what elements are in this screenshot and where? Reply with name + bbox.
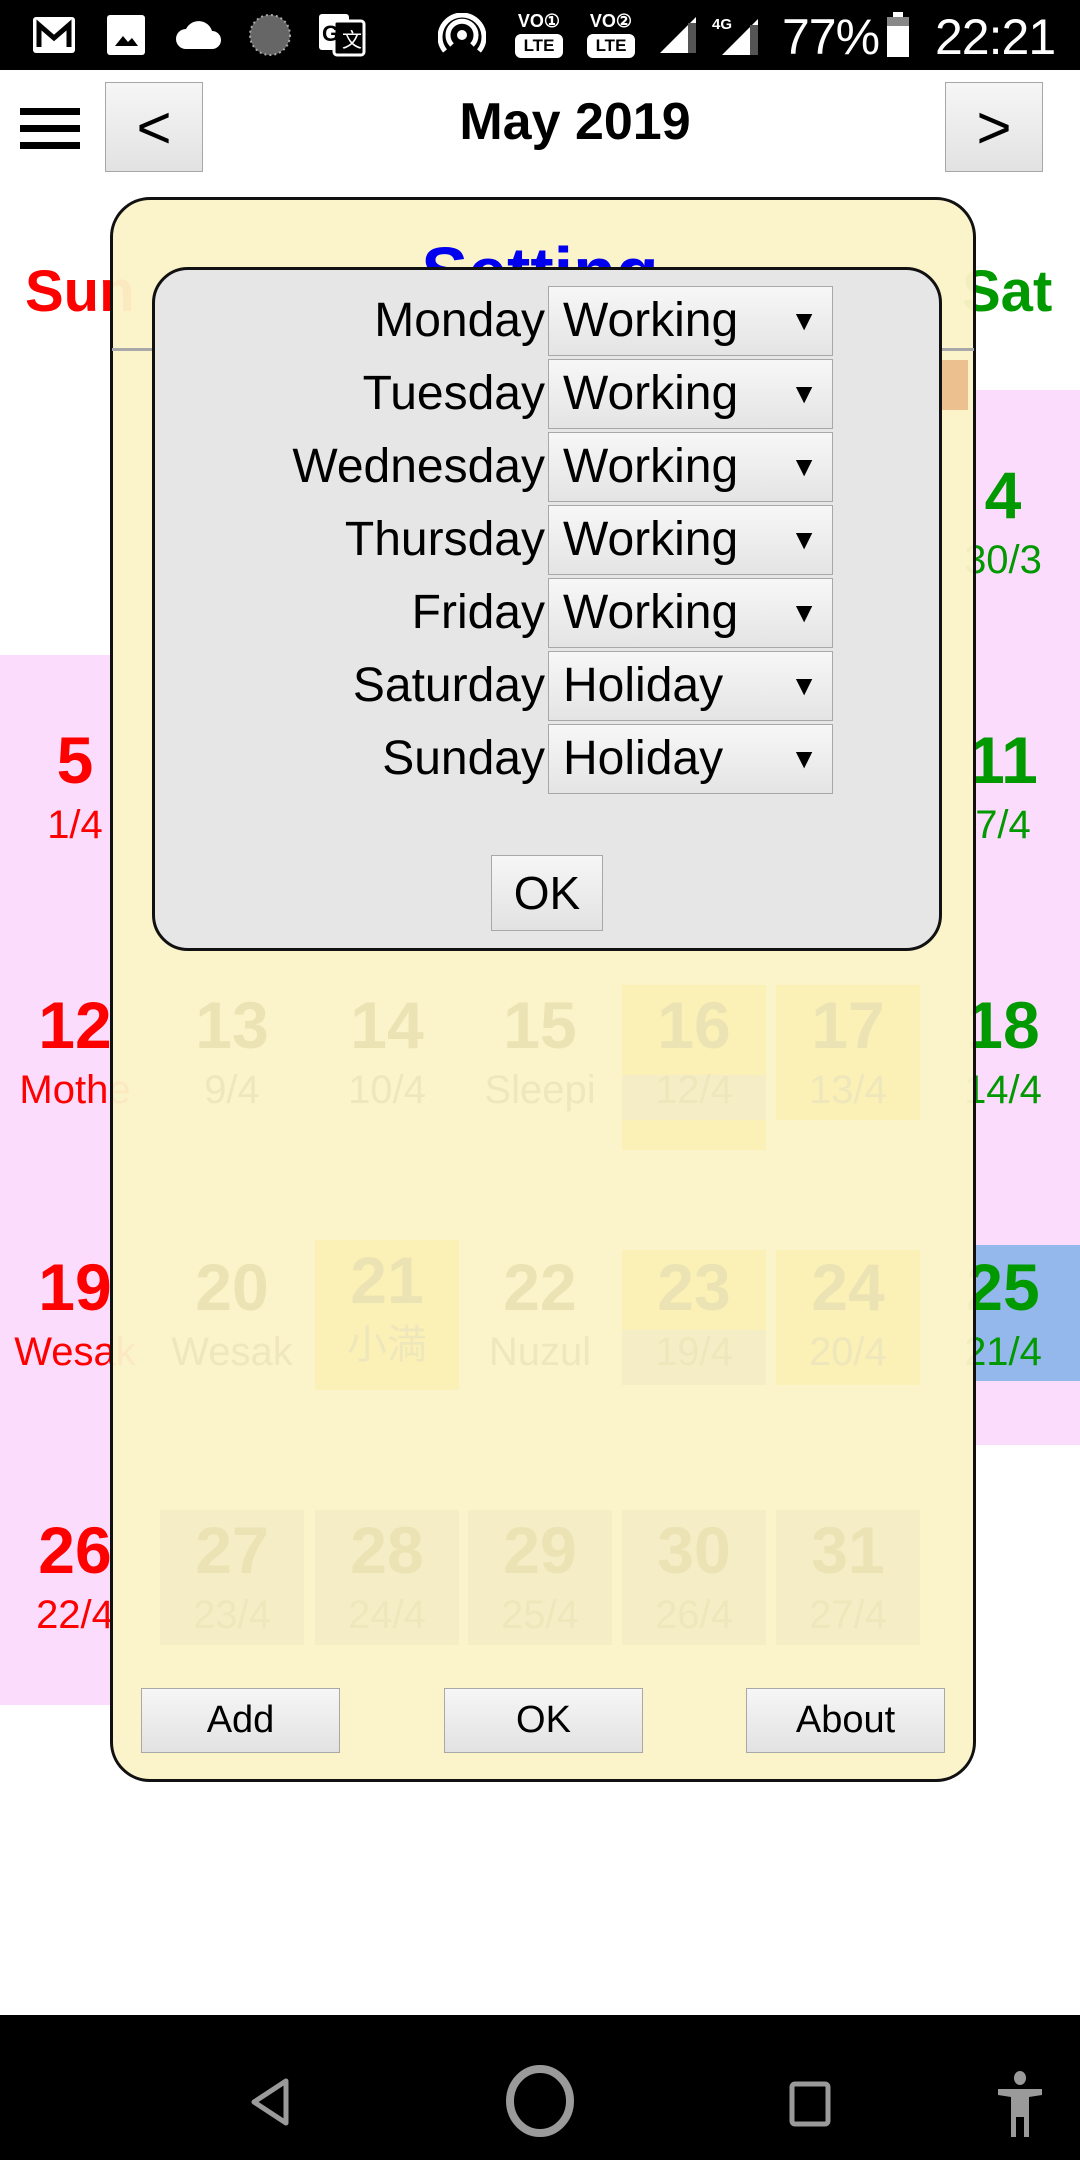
dropdown-arrow-icon: ▼ [790, 451, 818, 482]
select-friday[interactable]: Working ▼ [548, 578, 833, 648]
back-icon[interactable] [248, 2077, 292, 2132]
day-cell-30: 30 26/4 [655, 1513, 733, 1637]
battery-icon [886, 12, 910, 57]
next-month-button[interactable]: > [945, 82, 1043, 172]
label-thursday: Thursday [344, 513, 545, 566]
day-cell-20: 20 Wesak [171, 1250, 293, 1374]
day-cell-24: 24 20/4 [809, 1250, 887, 1374]
recents-icon[interactable] [788, 2081, 832, 2132]
dropdown-arrow-icon: ▼ [790, 743, 818, 774]
add-button[interactable]: Add [141, 1688, 340, 1753]
day-cell-29: 29 25/4 [501, 1513, 579, 1637]
setting-title: Setting [421, 233, 659, 272]
day-cell-27: 27 23/4 [193, 1513, 271, 1637]
select-value: Holiday [563, 732, 724, 785]
signal-4g-icon: 4G [712, 14, 762, 56]
cloud-icon [174, 14, 224, 56]
day-cell-21: 21 小満 [347, 1243, 427, 1367]
day-cell-22: 22 Nuzul [488, 1250, 592, 1374]
hamburger-menu-icon[interactable] [20, 108, 80, 150]
accessibility-icon[interactable] [996, 2071, 1044, 2142]
volte-sim2-icon: VO② LTE [584, 10, 638, 62]
volte-sim1-icon: VO① LTE [512, 10, 566, 62]
select-wednesday[interactable]: Working ▼ [548, 432, 833, 502]
select-value: Working [563, 513, 739, 566]
hotspot-icon [438, 13, 486, 56]
select-thursday[interactable]: Working ▼ [548, 505, 833, 575]
about-button[interactable]: About [746, 1688, 945, 1753]
day-cell-28: 28 24/4 [348, 1513, 426, 1637]
label-tuesday: Tuesday [362, 367, 545, 420]
day-cell-15: 15 Sleepi [484, 988, 596, 1112]
select-value: Holiday [563, 659, 724, 712]
home-icon[interactable] [506, 2065, 574, 2142]
label-monday: Monday [374, 294, 545, 347]
day-cell-16: 16 12/4 [655, 988, 733, 1112]
label-wednesday: Wednesday [292, 440, 545, 493]
translate-icon: G文 [318, 14, 366, 57]
label-friday: Friday [411, 586, 545, 639]
dropdown-arrow-icon: ▼ [790, 305, 818, 336]
day-cell-13: 13 9/4 [195, 988, 269, 1112]
dialog-ok-button[interactable]: OK [491, 855, 603, 931]
setting-ok-button[interactable]: OK [444, 1688, 643, 1753]
select-tuesday[interactable]: Working ▼ [548, 359, 833, 429]
status-bar: G文 VO① LTE VO② LTE 4G 77% 22:21 [0, 0, 1080, 70]
gmail-icon [32, 14, 76, 56]
prev-month-button[interactable]: < [105, 82, 203, 172]
select-value: Working [563, 294, 739, 347]
signal-icon [658, 14, 698, 56]
day-cell-23: 23 19/4 [655, 1250, 733, 1374]
dropdown-arrow-icon: ▼ [790, 670, 818, 701]
photos-icon [106, 14, 146, 56]
month-title: May 2019 [459, 93, 691, 151]
select-monday[interactable]: Working ▼ [548, 286, 833, 356]
dropdown-arrow-icon: ▼ [790, 597, 818, 628]
svg-text:G: G [322, 21, 339, 46]
svg-text:4G: 4G [712, 16, 732, 33]
select-sunday[interactable]: Holiday ▼ [548, 724, 833, 794]
label-saturday: Saturday [352, 659, 545, 712]
select-value: Working [563, 440, 739, 493]
system-nav-bar [0, 2015, 1080, 2160]
label-sunday: Sunday [382, 732, 545, 785]
panel-orange-marker [942, 360, 968, 410]
clock: 22:21 [935, 9, 1056, 65]
dropdown-arrow-icon: ▼ [790, 378, 818, 409]
day-cell-31: 31 27/4 [809, 1513, 887, 1637]
select-value: Working [563, 367, 739, 420]
svg-text:文: 文 [342, 28, 362, 52]
dropdown-arrow-icon: ▼ [790, 524, 818, 555]
day-cell-14: 14 10/4 [348, 988, 426, 1112]
select-value: Working [563, 586, 739, 639]
select-saturday[interactable]: Holiday ▼ [548, 651, 833, 721]
battery-percent: 77% [782, 9, 880, 65]
day-cell-17: 17 13/4 [809, 988, 887, 1112]
sync-icon [248, 14, 292, 56]
